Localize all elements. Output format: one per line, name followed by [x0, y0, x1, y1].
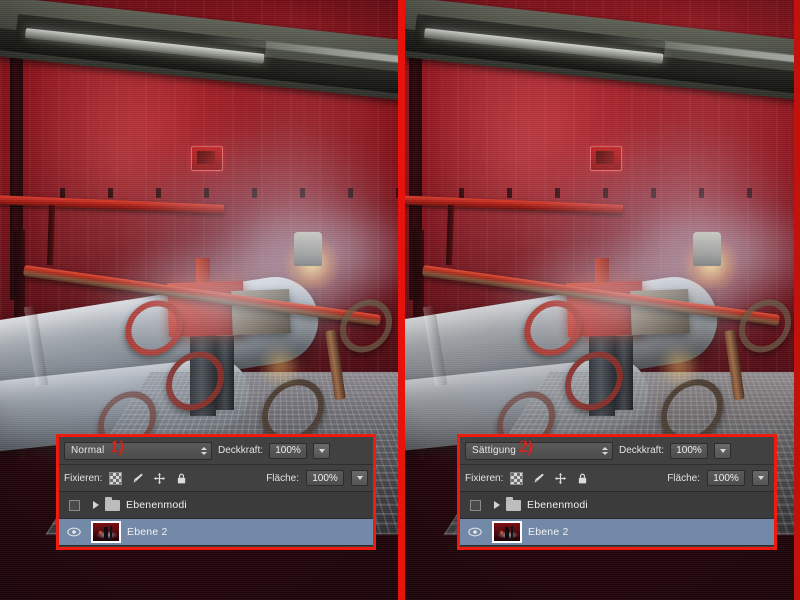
- lock-icon[interactable]: [576, 472, 589, 485]
- right-frame-edge: [794, 0, 800, 600]
- layer-name: Ebenenmodi: [126, 499, 187, 511]
- lock-label: Fixieren:: [64, 472, 103, 484]
- layer-row-selected[interactable]: Ebene 2: [460, 519, 774, 546]
- move-icon[interactable]: [153, 472, 166, 485]
- layer-row-group[interactable]: Ebenenmodi: [59, 492, 373, 519]
- visibility-toggle[interactable]: [464, 527, 486, 537]
- fill-input[interactable]: 100%: [707, 470, 745, 486]
- layer-name: Ebene 2: [127, 526, 168, 538]
- layer-row-group[interactable]: Ebenenmodi: [460, 492, 774, 519]
- transparency-checker-icon[interactable]: [109, 471, 123, 485]
- lock-row: Fixieren: Fläche: 100%: [59, 465, 373, 492]
- visibility-toggle[interactable]: [63, 527, 85, 537]
- chevron-right-icon[interactable]: [93, 501, 99, 509]
- layer-row-selected[interactable]: Ebene 2: [59, 519, 373, 546]
- blend-mode-value: Normal: [71, 445, 105, 456]
- folder-icon: [506, 496, 521, 511]
- blend-row: Normal Deckkraft: 100%: [59, 437, 373, 465]
- layers-panel[interactable]: Normal Deckkraft: 100% Fixieren: Fläche:…: [56, 434, 376, 550]
- chevron-updown-icon[interactable]: [201, 446, 207, 455]
- layer-thumbnail[interactable]: [91, 521, 121, 543]
- blend-mode-select[interactable]: Sättigung: [465, 441, 613, 460]
- layers-panel[interactable]: Sättigung Deckkraft: 100% Fixieren: Fläc…: [457, 434, 777, 550]
- opacity-input[interactable]: 100%: [269, 442, 308, 459]
- left-screenshot-half: Normal Deckkraft: 100% Fixieren: Fläche:…: [0, 0, 399, 600]
- chevron-updown-icon[interactable]: [602, 446, 608, 455]
- opacity-dropdown-button[interactable]: [714, 442, 732, 459]
- brush-icon[interactable]: [131, 472, 144, 485]
- fill-input[interactable]: 100%: [306, 470, 344, 486]
- annotation-number-1: 1): [109, 437, 126, 456]
- lock-icon-group: [109, 471, 188, 485]
- blend-mode-select[interactable]: Normal: [64, 441, 212, 460]
- fill-dropdown-button[interactable]: [752, 470, 769, 486]
- empty-visibility-box-icon[interactable]: [68, 499, 80, 511]
- blend-mode-value: Sättigung: [472, 445, 517, 456]
- visibility-toggle[interactable]: [464, 499, 486, 511]
- lock-icon-group: [510, 471, 589, 485]
- move-icon[interactable]: [554, 472, 567, 485]
- chevron-right-icon[interactable]: [494, 501, 500, 509]
- opacity-dropdown-button[interactable]: [313, 442, 331, 459]
- comparison-stage: Normal Deckkraft: 100% Fixieren: Fläche:…: [0, 0, 800, 600]
- folder-icon: [105, 496, 120, 511]
- eye-icon[interactable]: [67, 527, 81, 537]
- blend-row: Sättigung Deckkraft: 100%: [460, 437, 774, 465]
- right-screenshot-half: Sättigung Deckkraft: 100% Fixieren: Fläc…: [399, 0, 800, 600]
- layer-name: Ebenenmodi: [527, 499, 588, 511]
- layer-thumbnail[interactable]: [492, 521, 522, 543]
- layer-name: Ebene 2: [528, 526, 569, 538]
- visibility-toggle[interactable]: [63, 499, 85, 511]
- brush-icon[interactable]: [532, 472, 545, 485]
- lock-label: Fixieren:: [465, 472, 504, 484]
- opacity-input[interactable]: 100%: [670, 442, 709, 459]
- opacity-label: Deckkraft:: [619, 445, 665, 456]
- fill-dropdown-button[interactable]: [351, 470, 368, 486]
- lock-row: Fixieren: Fläche: 100%: [460, 465, 774, 492]
- panel-divider: [398, 0, 405, 600]
- transparency-checker-icon[interactable]: [510, 471, 524, 485]
- empty-visibility-box-icon[interactable]: [469, 499, 481, 511]
- lock-icon[interactable]: [175, 472, 188, 485]
- annotation-number-2: 2): [518, 437, 535, 456]
- fill-label: Fläche:: [667, 472, 700, 484]
- eye-icon[interactable]: [468, 527, 482, 537]
- fill-label: Fläche:: [266, 472, 299, 484]
- opacity-label: Deckkraft:: [218, 445, 264, 456]
